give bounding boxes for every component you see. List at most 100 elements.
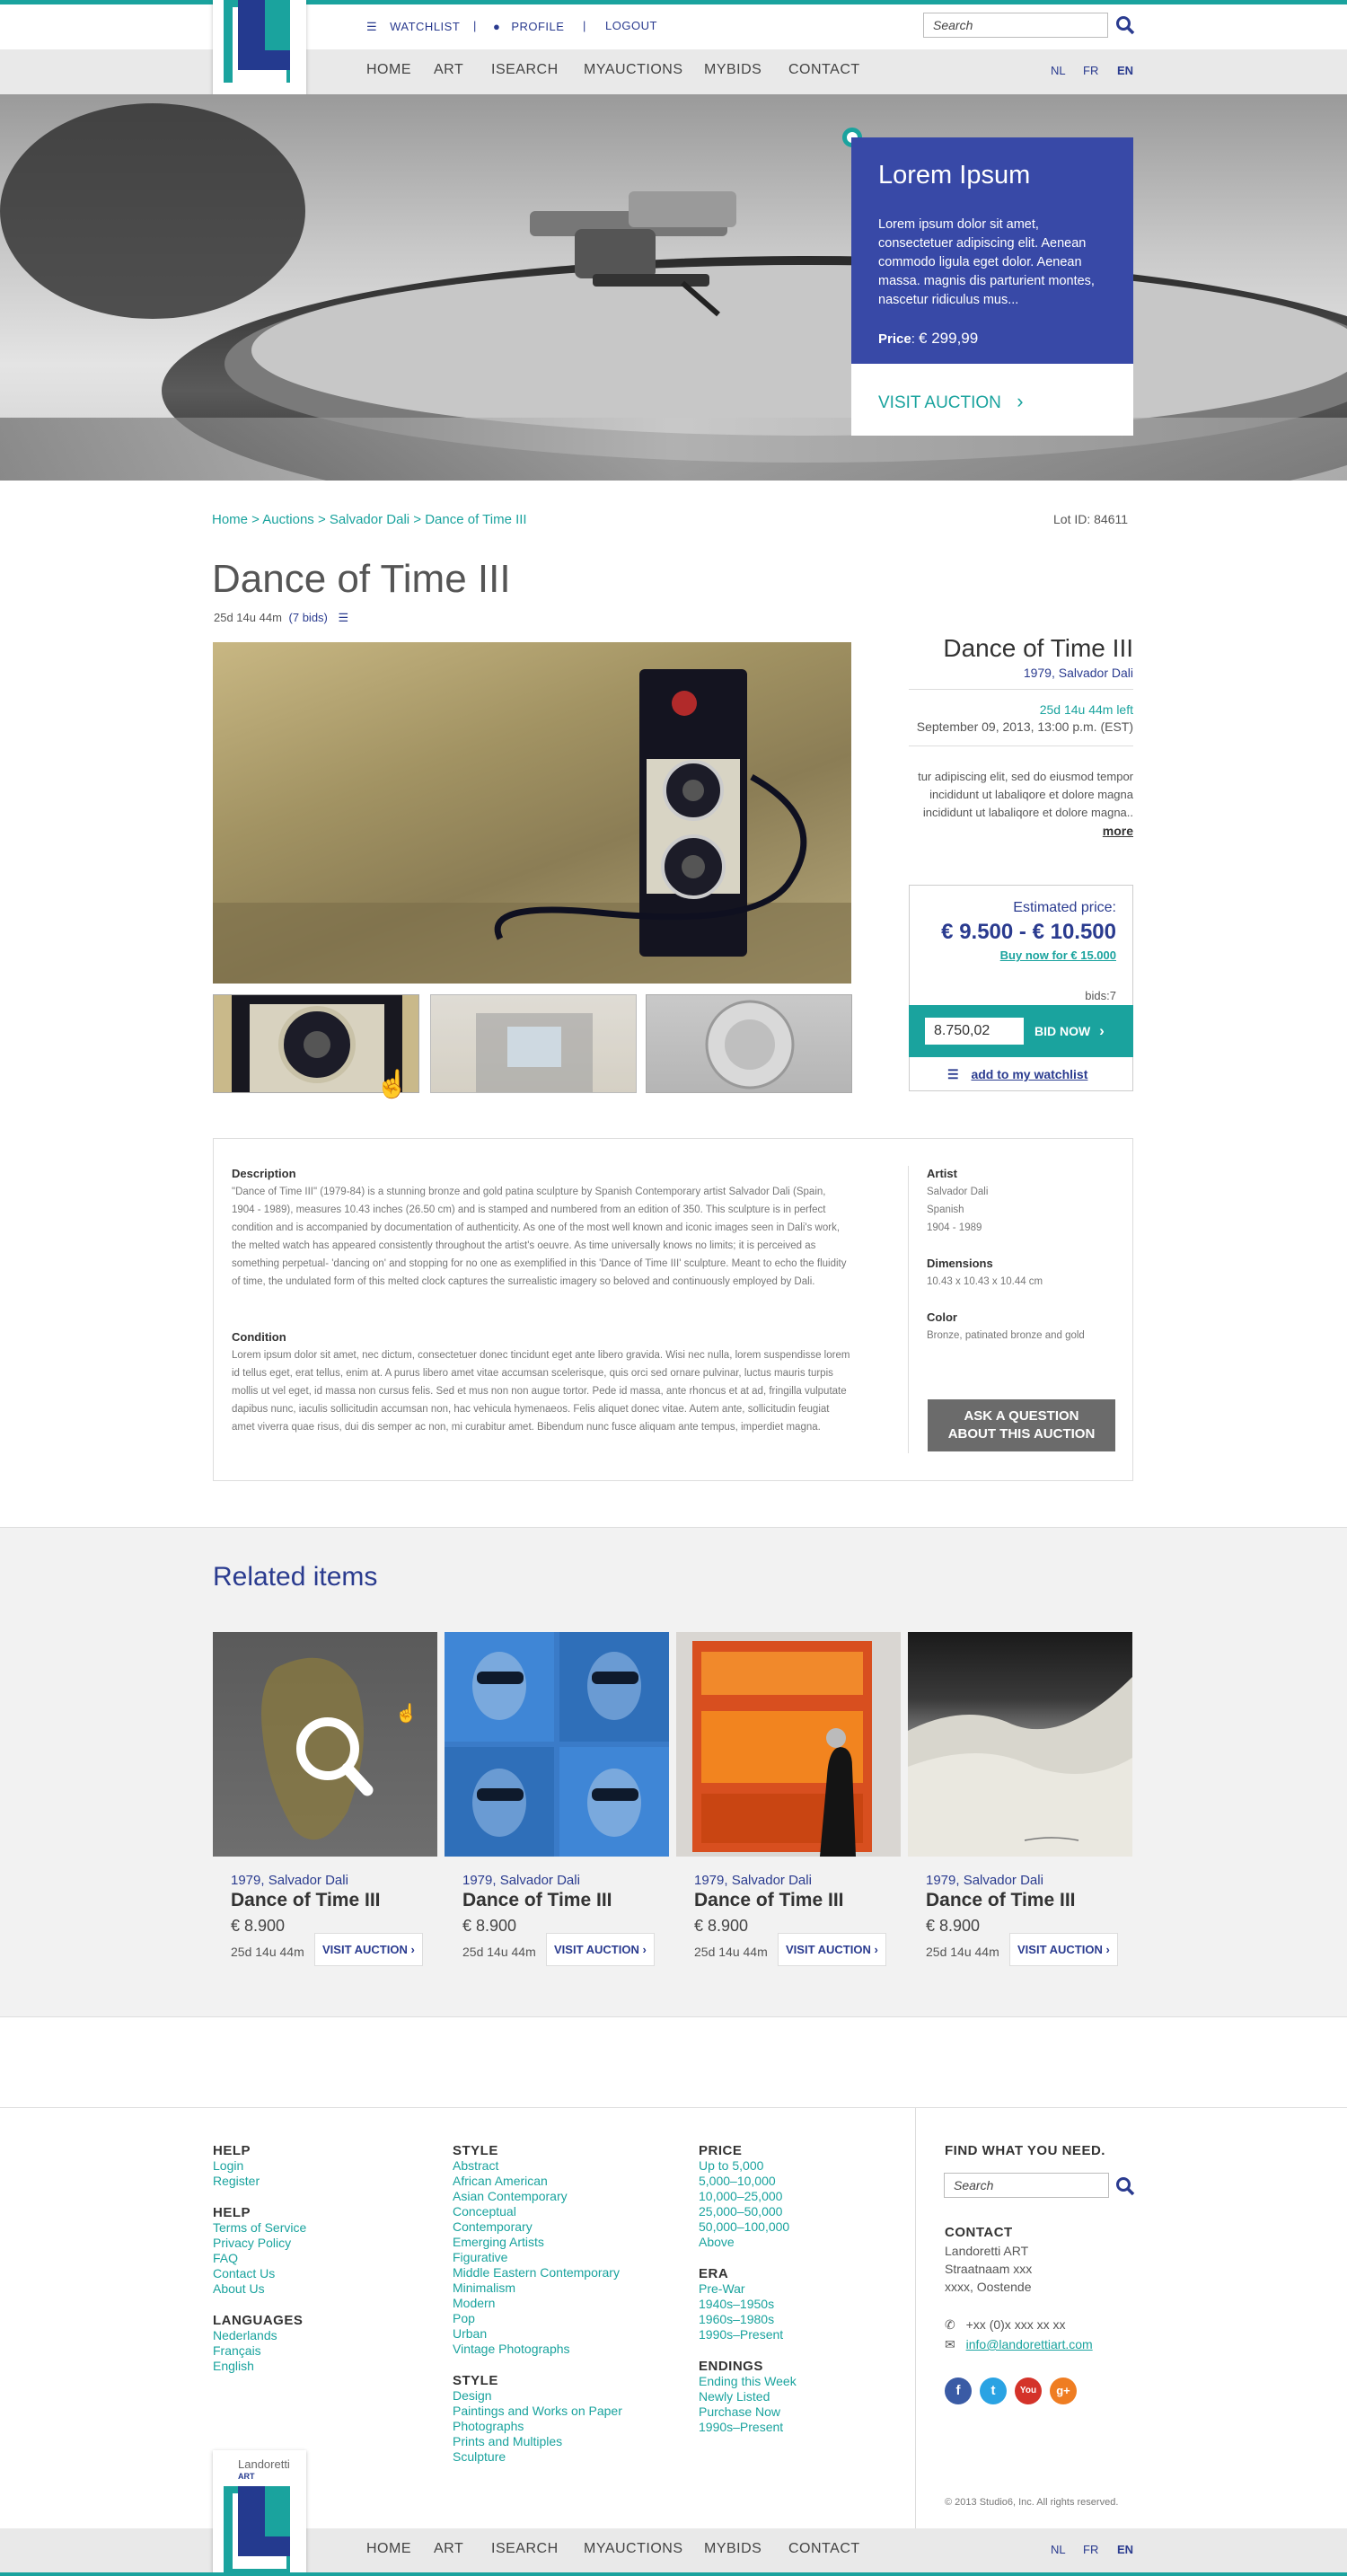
watchlist-link[interactable]: ☰ WATCHLIST: [366, 19, 460, 35]
bid-amount-input[interactable]: 8.750,02: [925, 1018, 1024, 1045]
footer-link[interactable]: Français: [213, 2343, 419, 2359]
related-title[interactable]: Dance of Time III: [926, 1890, 1076, 1911]
lang-fr[interactable]: FR: [1083, 2543, 1098, 2556]
footer-link[interactable]: Conceptual: [453, 2204, 686, 2219]
nav-isearch[interactable]: ISEARCH: [491, 2541, 559, 2557]
related-item-image[interactable]: [676, 1632, 901, 1857]
contact-email[interactable]: ✉ info@landorettiart.com: [945, 2337, 1093, 2352]
footer-link[interactable]: Urban: [453, 2326, 686, 2342]
nav-art[interactable]: ART: [434, 2541, 463, 2557]
footer-link[interactable]: English: [213, 2359, 419, 2374]
breadcrumb[interactable]: Home > Auctions > Salvador Dali > Dance …: [212, 512, 527, 527]
search-icon[interactable]: [1115, 15, 1135, 40]
profile-link[interactable]: ● PROFILE: [493, 19, 564, 35]
nav-home[interactable]: HOME: [366, 2541, 411, 2557]
footer-link[interactable]: 1990s–Present: [699, 2420, 896, 2435]
color-text: Bronze, patinated bronze and gold: [927, 1330, 1085, 1341]
related-visit-auction-button[interactable]: VISIT AUCTION ›: [1009, 1933, 1118, 1966]
nav-mybids[interactable]: MYBIDS: [704, 2541, 762, 2557]
footer-link[interactable]: Register: [213, 2174, 419, 2189]
bids-link[interactable]: (7 bids): [289, 611, 328, 624]
related-title[interactable]: Dance of Time III: [462, 1890, 612, 1911]
google-plus-icon[interactable]: g+: [1050, 2378, 1077, 2404]
nav-art[interactable]: ART: [434, 62, 463, 78]
footer-link[interactable]: 50,000–100,000: [699, 2219, 896, 2235]
footer-link[interactable]: Figurative: [453, 2250, 686, 2265]
hero-visit-auction-button[interactable]: VISIT AUCTION ›: [878, 390, 1024, 413]
lang-en[interactable]: EN: [1117, 2543, 1133, 2556]
footer-link[interactable]: Pre-War: [699, 2281, 896, 2297]
nav-isearch[interactable]: ISEARCH: [491, 62, 559, 78]
footer-link[interactable]: Up to 5,000: [699, 2158, 896, 2174]
footer-link[interactable]: Pop: [453, 2311, 686, 2326]
related-visit-auction-button[interactable]: VISIT AUCTION ›: [546, 1933, 655, 1966]
more-link[interactable]: more: [1042, 824, 1133, 838]
lang-nl[interactable]: NL: [1051, 64, 1066, 77]
footer-link[interactable]: Contemporary: [453, 2219, 686, 2235]
lang-fr[interactable]: FR: [1083, 64, 1098, 77]
footer-link[interactable]: Above: [699, 2235, 896, 2250]
footer-link[interactable]: Minimalism: [453, 2280, 686, 2296]
header-search-input[interactable]: Search: [923, 13, 1108, 38]
nav-myauctions[interactable]: MYAUCTIONS: [584, 62, 682, 78]
related-item-image[interactable]: [908, 1632, 1132, 1857]
footer-link[interactable]: 1990s–Present: [699, 2327, 896, 2342]
footer-link[interactable]: Purchase Now: [699, 2404, 896, 2420]
footer-link[interactable]: 10,000–25,000: [699, 2189, 896, 2204]
logout-link[interactable]: LOGOUT: [605, 19, 657, 32]
nav-home[interactable]: HOME: [366, 62, 411, 78]
thumbnail-3[interactable]: [646, 994, 852, 1093]
footer-search-input[interactable]: Search: [944, 2173, 1109, 2198]
footer-link[interactable]: Prints and Multiples: [453, 2434, 686, 2449]
bid-now-button[interactable]: BID NOW ›: [1034, 1022, 1105, 1040]
nav-contact[interactable]: CONTACT: [788, 62, 860, 78]
footer-link[interactable]: 1940s–1950s: [699, 2297, 896, 2312]
lang-en[interactable]: EN: [1117, 64, 1133, 77]
footer-link[interactable]: Paintings and Works on Paper: [453, 2404, 686, 2419]
footer-link[interactable]: Middle Eastern Contemporary: [453, 2265, 686, 2280]
list-icon[interactable]: ☰: [339, 611, 349, 624]
related-item-image[interactable]: [213, 1632, 437, 1857]
nav-contact[interactable]: CONTACT: [788, 2541, 860, 2557]
footer-link[interactable]: Nederlands: [213, 2328, 419, 2343]
footer-link[interactable]: Login: [213, 2158, 419, 2174]
main-product-image[interactable]: [213, 642, 851, 984]
footer-link[interactable]: 25,000–50,000: [699, 2204, 896, 2219]
footer-link[interactable]: Contact Us: [213, 2266, 419, 2281]
footer-link[interactable]: Vintage Photographs: [453, 2342, 686, 2357]
footer-link[interactable]: Modern: [453, 2296, 686, 2311]
footer-logo[interactable]: Landoretti ART: [213, 2450, 306, 2576]
footer-link[interactable]: Photographs: [453, 2419, 686, 2434]
footer-link[interactable]: Privacy Policy: [213, 2236, 419, 2251]
footer-link[interactable]: Newly Listed: [699, 2389, 896, 2404]
youtube-icon[interactable]: You: [1015, 2378, 1042, 2404]
related-visit-auction-button[interactable]: VISIT AUCTION ›: [314, 1933, 423, 1966]
footer-link[interactable]: Terms of Service: [213, 2220, 419, 2236]
footer-link[interactable]: Design: [453, 2388, 686, 2404]
search-icon[interactable]: [1115, 2176, 1135, 2201]
footer-link[interactable]: FAQ: [213, 2251, 419, 2266]
ask-question-button[interactable]: ASK A QUESTION ABOUT THIS AUCTION: [928, 1399, 1115, 1451]
footer-link[interactable]: Ending this Week: [699, 2374, 896, 2389]
footer-link[interactable]: Sculpture: [453, 2449, 686, 2465]
related-title[interactable]: Dance of Time III: [231, 1890, 381, 1911]
related-item-image[interactable]: [445, 1632, 669, 1857]
footer-link[interactable]: Asian Contemporary: [453, 2189, 686, 2204]
footer-link[interactable]: About Us: [213, 2281, 419, 2297]
related-title[interactable]: Dance of Time III: [694, 1890, 844, 1911]
twitter-icon[interactable]: t: [980, 2378, 1007, 2404]
thumbnail-2[interactable]: [430, 994, 637, 1093]
footer-link[interactable]: 1960s–1980s: [699, 2312, 896, 2327]
related-visit-auction-button[interactable]: VISIT AUCTION ›: [778, 1933, 886, 1966]
buy-now-link[interactable]: Buy now for € 15.000: [1000, 948, 1116, 962]
bid-bar: 8.750,02 BID NOW ›: [909, 1005, 1133, 1057]
facebook-icon[interactable]: f: [945, 2378, 972, 2404]
footer-link[interactable]: Abstract: [453, 2158, 686, 2174]
lang-nl[interactable]: NL: [1051, 2543, 1066, 2556]
footer-link[interactable]: Emerging Artists: [453, 2235, 686, 2250]
nav-mybids[interactable]: MYBIDS: [704, 62, 762, 78]
nav-myauctions[interactable]: MYAUCTIONS: [584, 2541, 682, 2557]
add-to-watchlist-link[interactable]: ☰ add to my watchlist: [947, 1067, 1087, 1082]
footer-link[interactable]: African American: [453, 2174, 686, 2189]
footer-link[interactable]: 5,000–10,000: [699, 2174, 896, 2189]
